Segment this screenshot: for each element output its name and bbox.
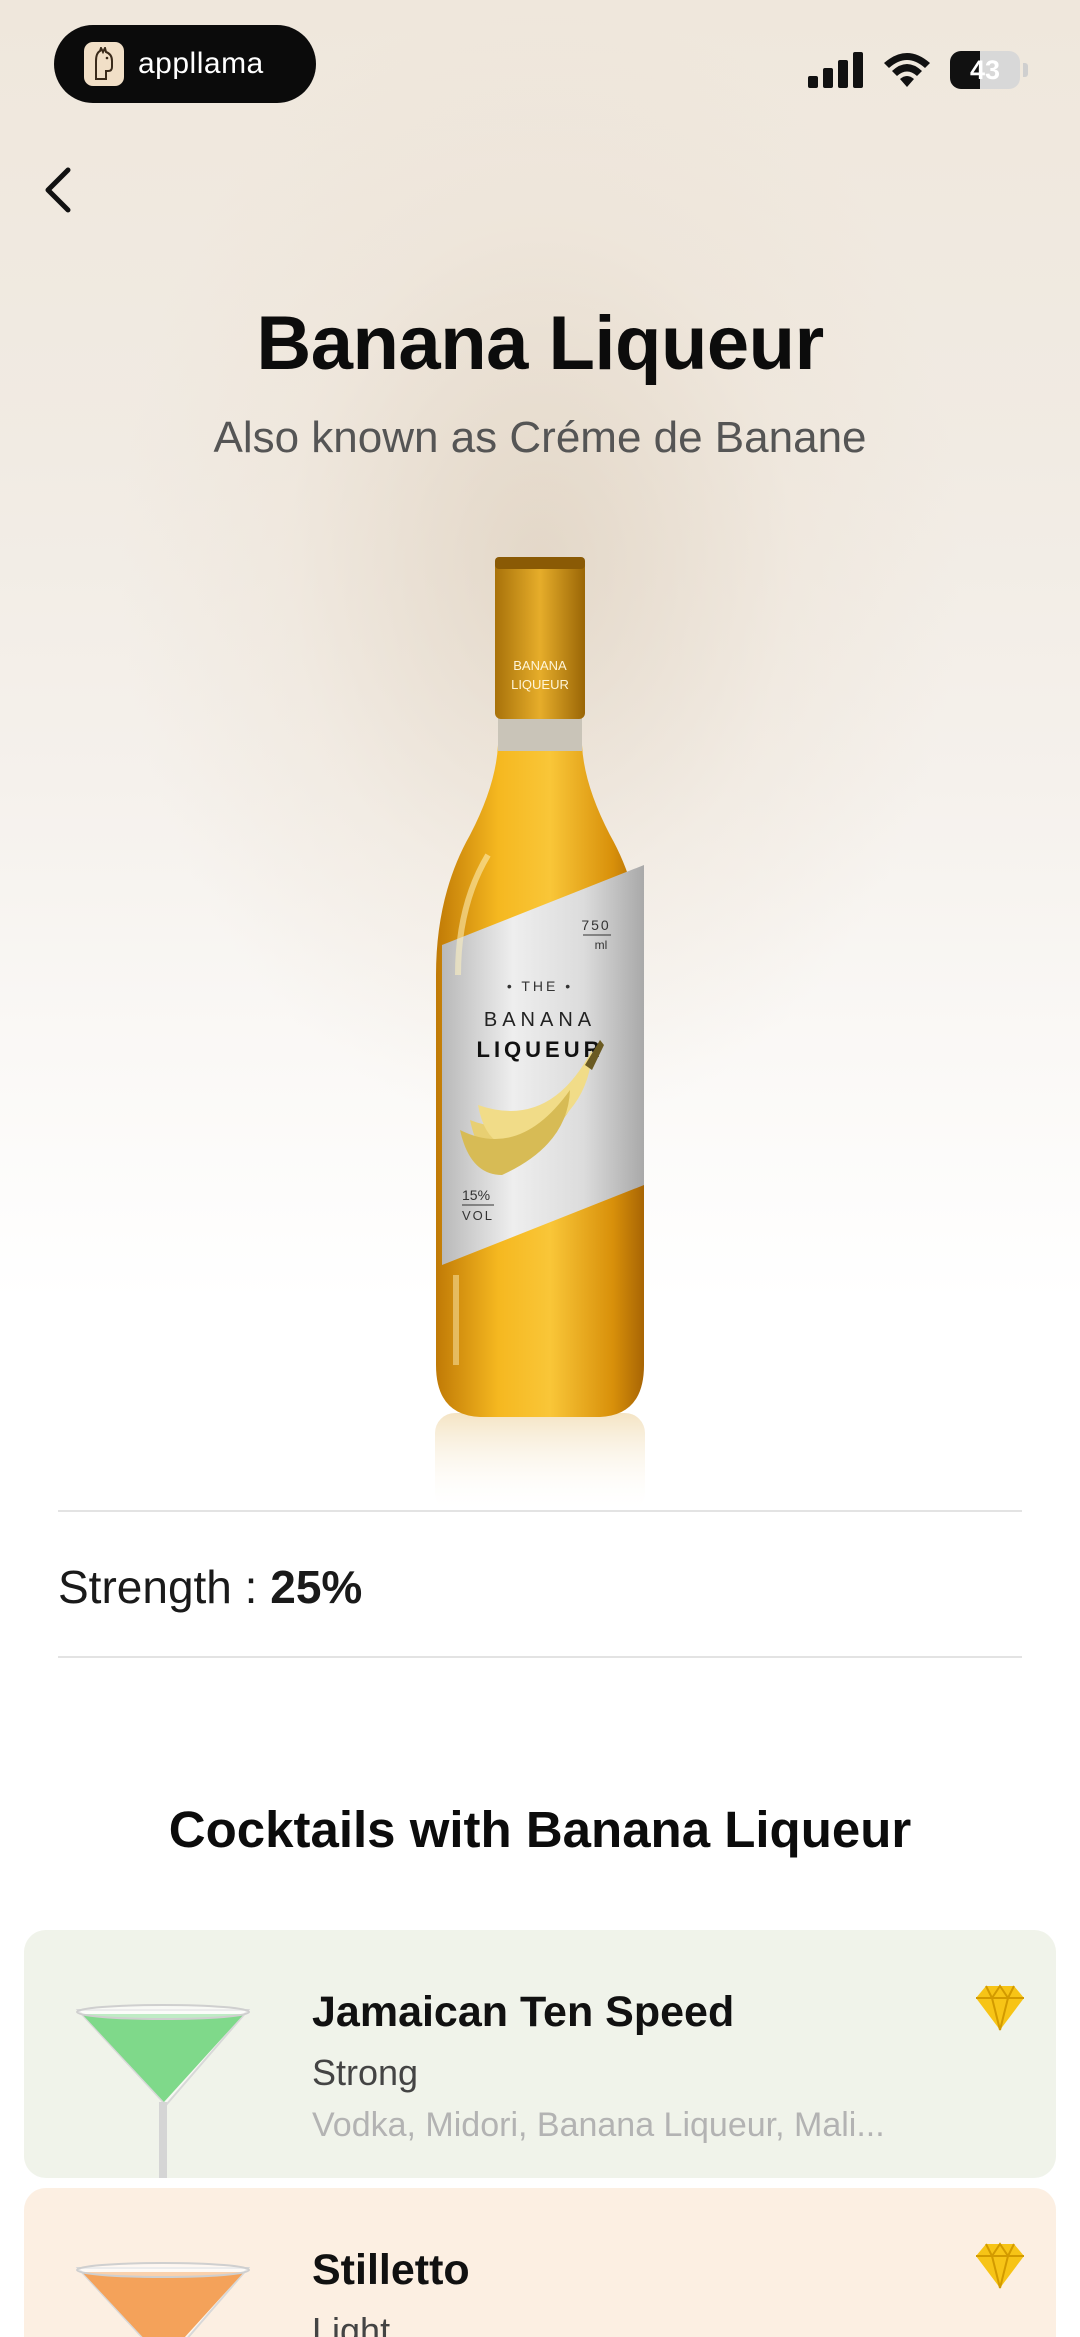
cocktail-card[interactable]: Jamaican Ten Speed Strong Vodka, Midori,… xyxy=(24,1930,1056,2178)
app-name: appllama xyxy=(138,47,264,80)
cocktail-ingredients: Vodka, Midori, Banana Liqueur, Mali... xyxy=(312,2106,885,2144)
divider-bottom xyxy=(58,1656,1022,1658)
cocktail-strength: Strong xyxy=(312,2052,419,2093)
battery-icon: 43 xyxy=(950,51,1020,89)
gem-icon[interactable] xyxy=(972,1980,1028,2036)
strength-row: Strength : 25% xyxy=(58,1560,362,1614)
cocktail-card[interactable]: Stilletto Light xyxy=(24,2188,1056,2337)
gem-icon[interactable] xyxy=(972,2238,1028,2294)
strength-label: Strength : xyxy=(58,1561,271,1613)
page-title: Banana Liqueur xyxy=(256,301,824,386)
battery-level: 43 xyxy=(969,54,1001,85)
strength-value: 25% xyxy=(270,1561,363,1613)
cocktail-name: Stilletto xyxy=(312,2246,470,2294)
label-volume-unit: ml xyxy=(595,938,608,952)
chevron-left-icon xyxy=(45,167,71,213)
status-icons: 43 xyxy=(808,48,1028,92)
neck-label-line2: LIQUEUR xyxy=(511,677,569,692)
back-button[interactable] xyxy=(34,160,84,220)
cellular-signal-icon xyxy=(808,52,863,88)
martini-glass-icon xyxy=(75,2262,251,2337)
label-the: • THE • xyxy=(507,978,573,994)
label-line1: BANANA xyxy=(484,1009,596,1031)
battery-cap xyxy=(1023,63,1028,77)
app-badge[interactable]: appllama xyxy=(54,25,316,103)
label-volume: 750 xyxy=(581,917,610,933)
label-abv: 15% xyxy=(462,1187,490,1203)
page-subtitle: Also known as Créme de Banane xyxy=(213,413,867,462)
cocktail-name: Jamaican Ten Speed xyxy=(312,1988,735,2036)
label-line2: LIQUEUR xyxy=(477,1037,604,1062)
cocktails-section-title: Cocktails with Banana Liqueur xyxy=(168,1801,912,1858)
divider-top xyxy=(58,1510,1022,1512)
label-abv-unit: VOL xyxy=(462,1208,494,1223)
llama-logo-icon xyxy=(84,42,124,86)
cocktail-strength: Light xyxy=(312,2310,391,2337)
neck-label-line1: BANANA xyxy=(513,658,567,673)
martini-glass-icon xyxy=(75,2004,251,2178)
bottle-image: BANANA LIQUEUR 750 ml • THE • BANANA LIQ… xyxy=(400,545,680,1525)
wifi-icon xyxy=(884,53,930,87)
